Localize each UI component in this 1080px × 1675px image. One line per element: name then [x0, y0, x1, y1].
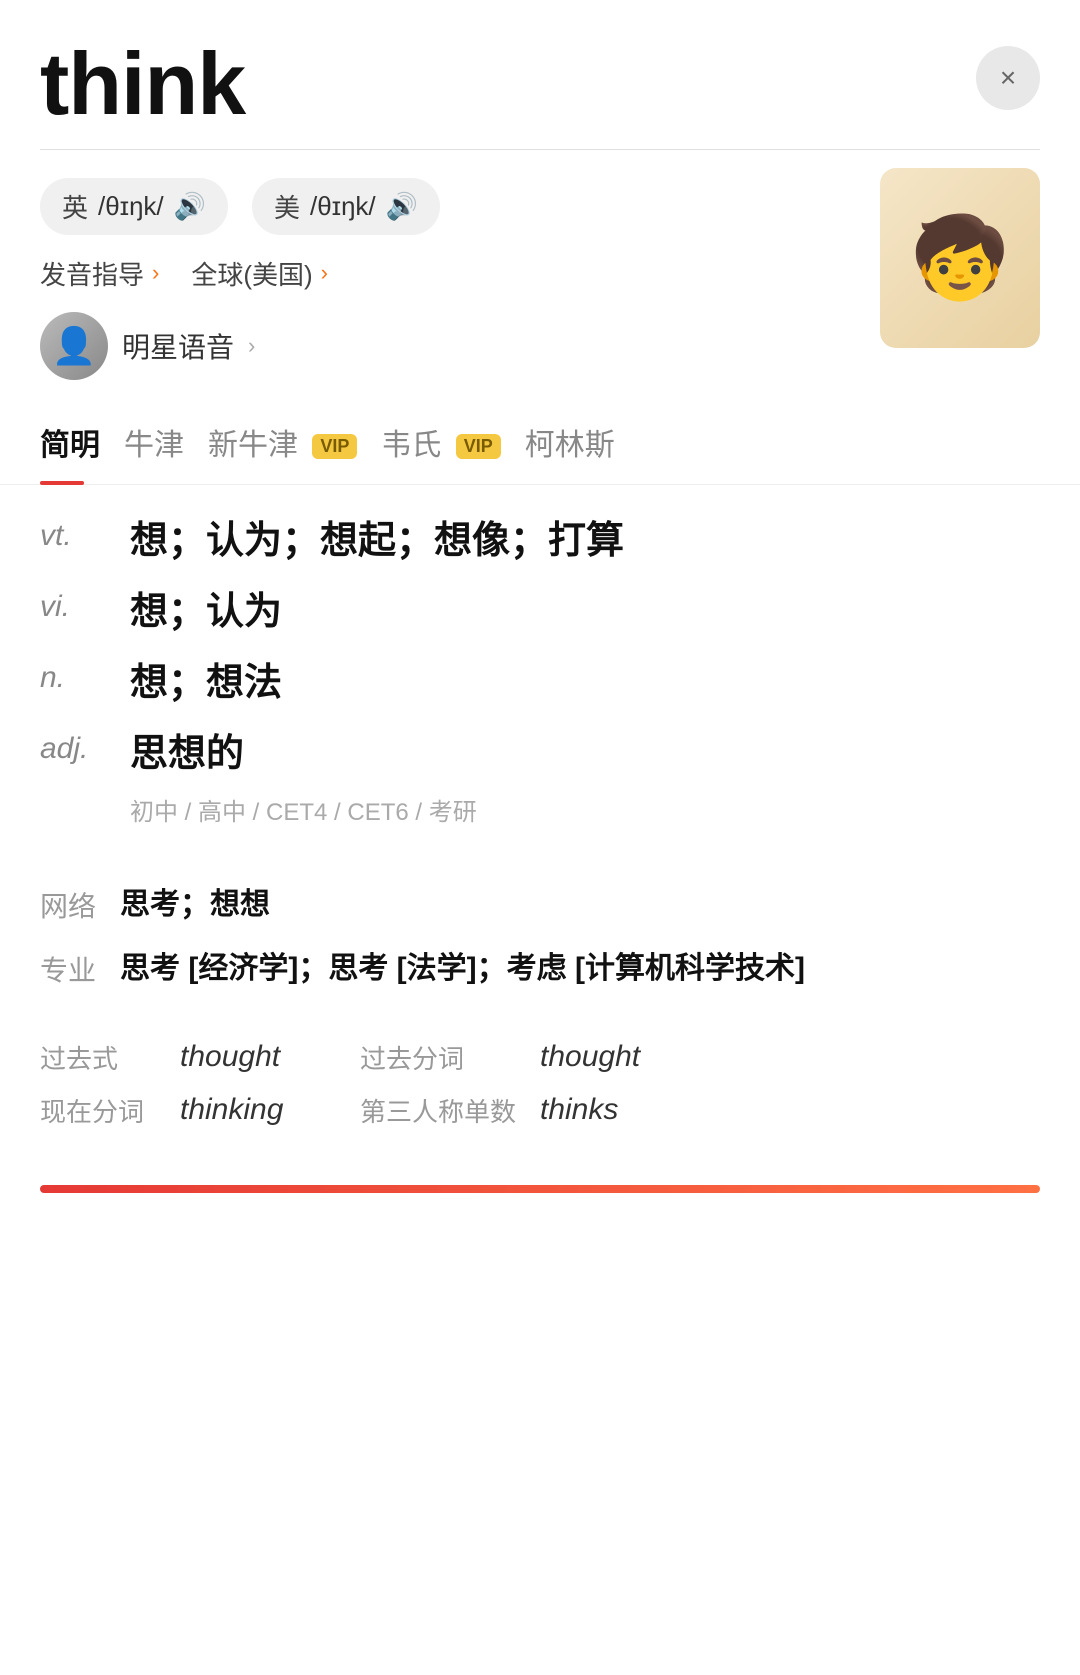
- british-sound-icon: 🔊: [174, 191, 206, 222]
- tab-kolins-label: 柯林斯: [525, 429, 615, 462]
- tabs-row: 简明 牛津 新牛津 VIP 韦氏 VIP 柯林斯: [40, 420, 1040, 484]
- pos-adj: adj.: [40, 728, 130, 766]
- def-row-n: n. 想；想法: [40, 657, 1040, 710]
- form-row-past: 过去式 thought 过去分词 thought: [40, 1039, 1040, 1076]
- pronunciation-guide[interactable]: 发音指导 ›: [40, 255, 159, 292]
- definitions-section: vt. 想；认为；想起；想像；打算 vi. 想；认为 n. 想；想法 adj. …: [0, 485, 1080, 871]
- star-voice-button[interactable]: 👤 明星语音 ›: [40, 312, 860, 380]
- def-row-vt: vt. 想；认为；想起；想像；打算: [40, 515, 1040, 568]
- header-section: think ×: [0, 0, 1080, 149]
- avatar: 👤: [40, 312, 108, 380]
- star-voice-label: 明星语音: [122, 326, 234, 366]
- form-row-present: 现在分词 thinking 第三人称单数 thinks: [40, 1092, 1040, 1129]
- tab-kolins[interactable]: 柯林斯: [525, 420, 639, 484]
- extra-row-network: 网络 思考；想想: [40, 881, 1040, 929]
- global-accent[interactable]: 全球(美国) ›: [191, 255, 328, 292]
- american-label: 美: [274, 188, 300, 225]
- phonetics-section: 英 /θɪŋk/ 🔊 美 /θɪŋk/ 🔊 发音指导 › 全球(美国) ›: [0, 150, 1080, 380]
- third-person-label: 第三人称单数: [360, 1092, 520, 1129]
- extra-text-professional: 思考 [经济学]；思考 [法学]；考虑 [计算机科学技术]: [120, 945, 1040, 993]
- british-label: 英: [62, 188, 88, 225]
- american-phonetic[interactable]: 美 /θɪŋk/ 🔊: [252, 178, 440, 235]
- past-tense-value[interactable]: thought: [180, 1040, 340, 1074]
- pos-vt: vt.: [40, 515, 130, 553]
- forms-section: 过去式 thought 过去分词 thought 现在分词 thinking 第…: [0, 1019, 1080, 1165]
- pos-n: n.: [40, 657, 130, 695]
- phonetics-left: 英 /θɪŋk/ 🔊 美 /θɪŋk/ 🔊 发音指导 › 全球(美国) ›: [40, 178, 860, 380]
- present-participle-value[interactable]: thinking: [180, 1093, 340, 1127]
- tabs-section: 简明 牛津 新牛津 VIP 韦氏 VIP 柯林斯: [0, 380, 1080, 485]
- weishi-vip-badge: VIP: [456, 434, 501, 459]
- american-sound-icon: 🔊: [386, 191, 418, 222]
- tab-niujin-label: 牛津: [124, 429, 184, 462]
- extra-text-network: 思考；想想: [120, 881, 1040, 929]
- guide-label: 发音指导: [40, 255, 144, 292]
- extra-label-professional: 专业: [40, 945, 120, 989]
- bottom-bar: [40, 1185, 1040, 1193]
- def-text-vi: 想；认为: [130, 586, 1040, 639]
- close-button[interactable]: ×: [976, 46, 1040, 110]
- global-label: 全球(美国): [191, 255, 312, 292]
- tab-weishi-label: 韦氏: [381, 429, 441, 462]
- tab-niujin[interactable]: 牛津: [124, 420, 208, 484]
- tab-jianming-label: 简明: [40, 429, 100, 462]
- american-ipa: /θɪŋk/: [310, 191, 376, 222]
- british-ipa: /θɪŋk/: [98, 191, 164, 222]
- star-voice-arrow-icon: ›: [248, 333, 255, 359]
- word-title: think: [40, 36, 245, 133]
- guide-arrow-icon: ›: [152, 260, 159, 286]
- tab-jianming[interactable]: 简明: [40, 420, 124, 484]
- def-text-adj: 思想的: [130, 728, 1040, 781]
- xin-niujin-vip-badge: VIP: [312, 434, 357, 459]
- global-arrow-icon: ›: [321, 260, 328, 286]
- word-image-icon: 🧒: [910, 211, 1010, 305]
- def-row-vi: vi. 想；认为: [40, 586, 1040, 639]
- tab-xin-niujin-label: 新牛津: [208, 429, 298, 462]
- level-tags: 初中 / 高中 / CET4 / CET6 / 考研: [40, 792, 1040, 827]
- extra-section: 网络 思考；想想 专业 思考 [经济学]；思考 [法学]；考虑 [计算机科学技术…: [0, 871, 1080, 1019]
- avatar-icon: 👤: [52, 325, 97, 367]
- extra-row-professional: 专业 思考 [经济学]；思考 [法学]；考虑 [计算机科学技术]: [40, 945, 1040, 993]
- guide-row: 发音指导 › 全球(美国) ›: [40, 255, 860, 292]
- word-image: 🧒: [880, 168, 1040, 348]
- def-row-adj: adj. 思想的: [40, 728, 1040, 781]
- extra-label-network: 网络: [40, 881, 120, 925]
- tab-weishi[interactable]: 韦氏 VIP: [381, 420, 524, 484]
- past-participle-label: 过去分词: [360, 1039, 520, 1076]
- def-text-n: 想；想法: [130, 657, 1040, 710]
- third-person-value[interactable]: thinks: [540, 1093, 618, 1127]
- past-participle-value[interactable]: thought: [540, 1040, 640, 1074]
- tab-xin-niujin[interactable]: 新牛津 VIP: [208, 420, 381, 484]
- british-phonetic[interactable]: 英 /θɪŋk/ 🔊: [40, 178, 228, 235]
- pos-vi: vi.: [40, 586, 130, 624]
- present-participle-label: 现在分词: [40, 1092, 160, 1129]
- phonetics-row: 英 /θɪŋk/ 🔊 美 /θɪŋk/ 🔊: [40, 178, 860, 235]
- past-tense-label: 过去式: [40, 1039, 160, 1076]
- def-text-vt: 想；认为；想起；想像；打算: [130, 515, 1040, 568]
